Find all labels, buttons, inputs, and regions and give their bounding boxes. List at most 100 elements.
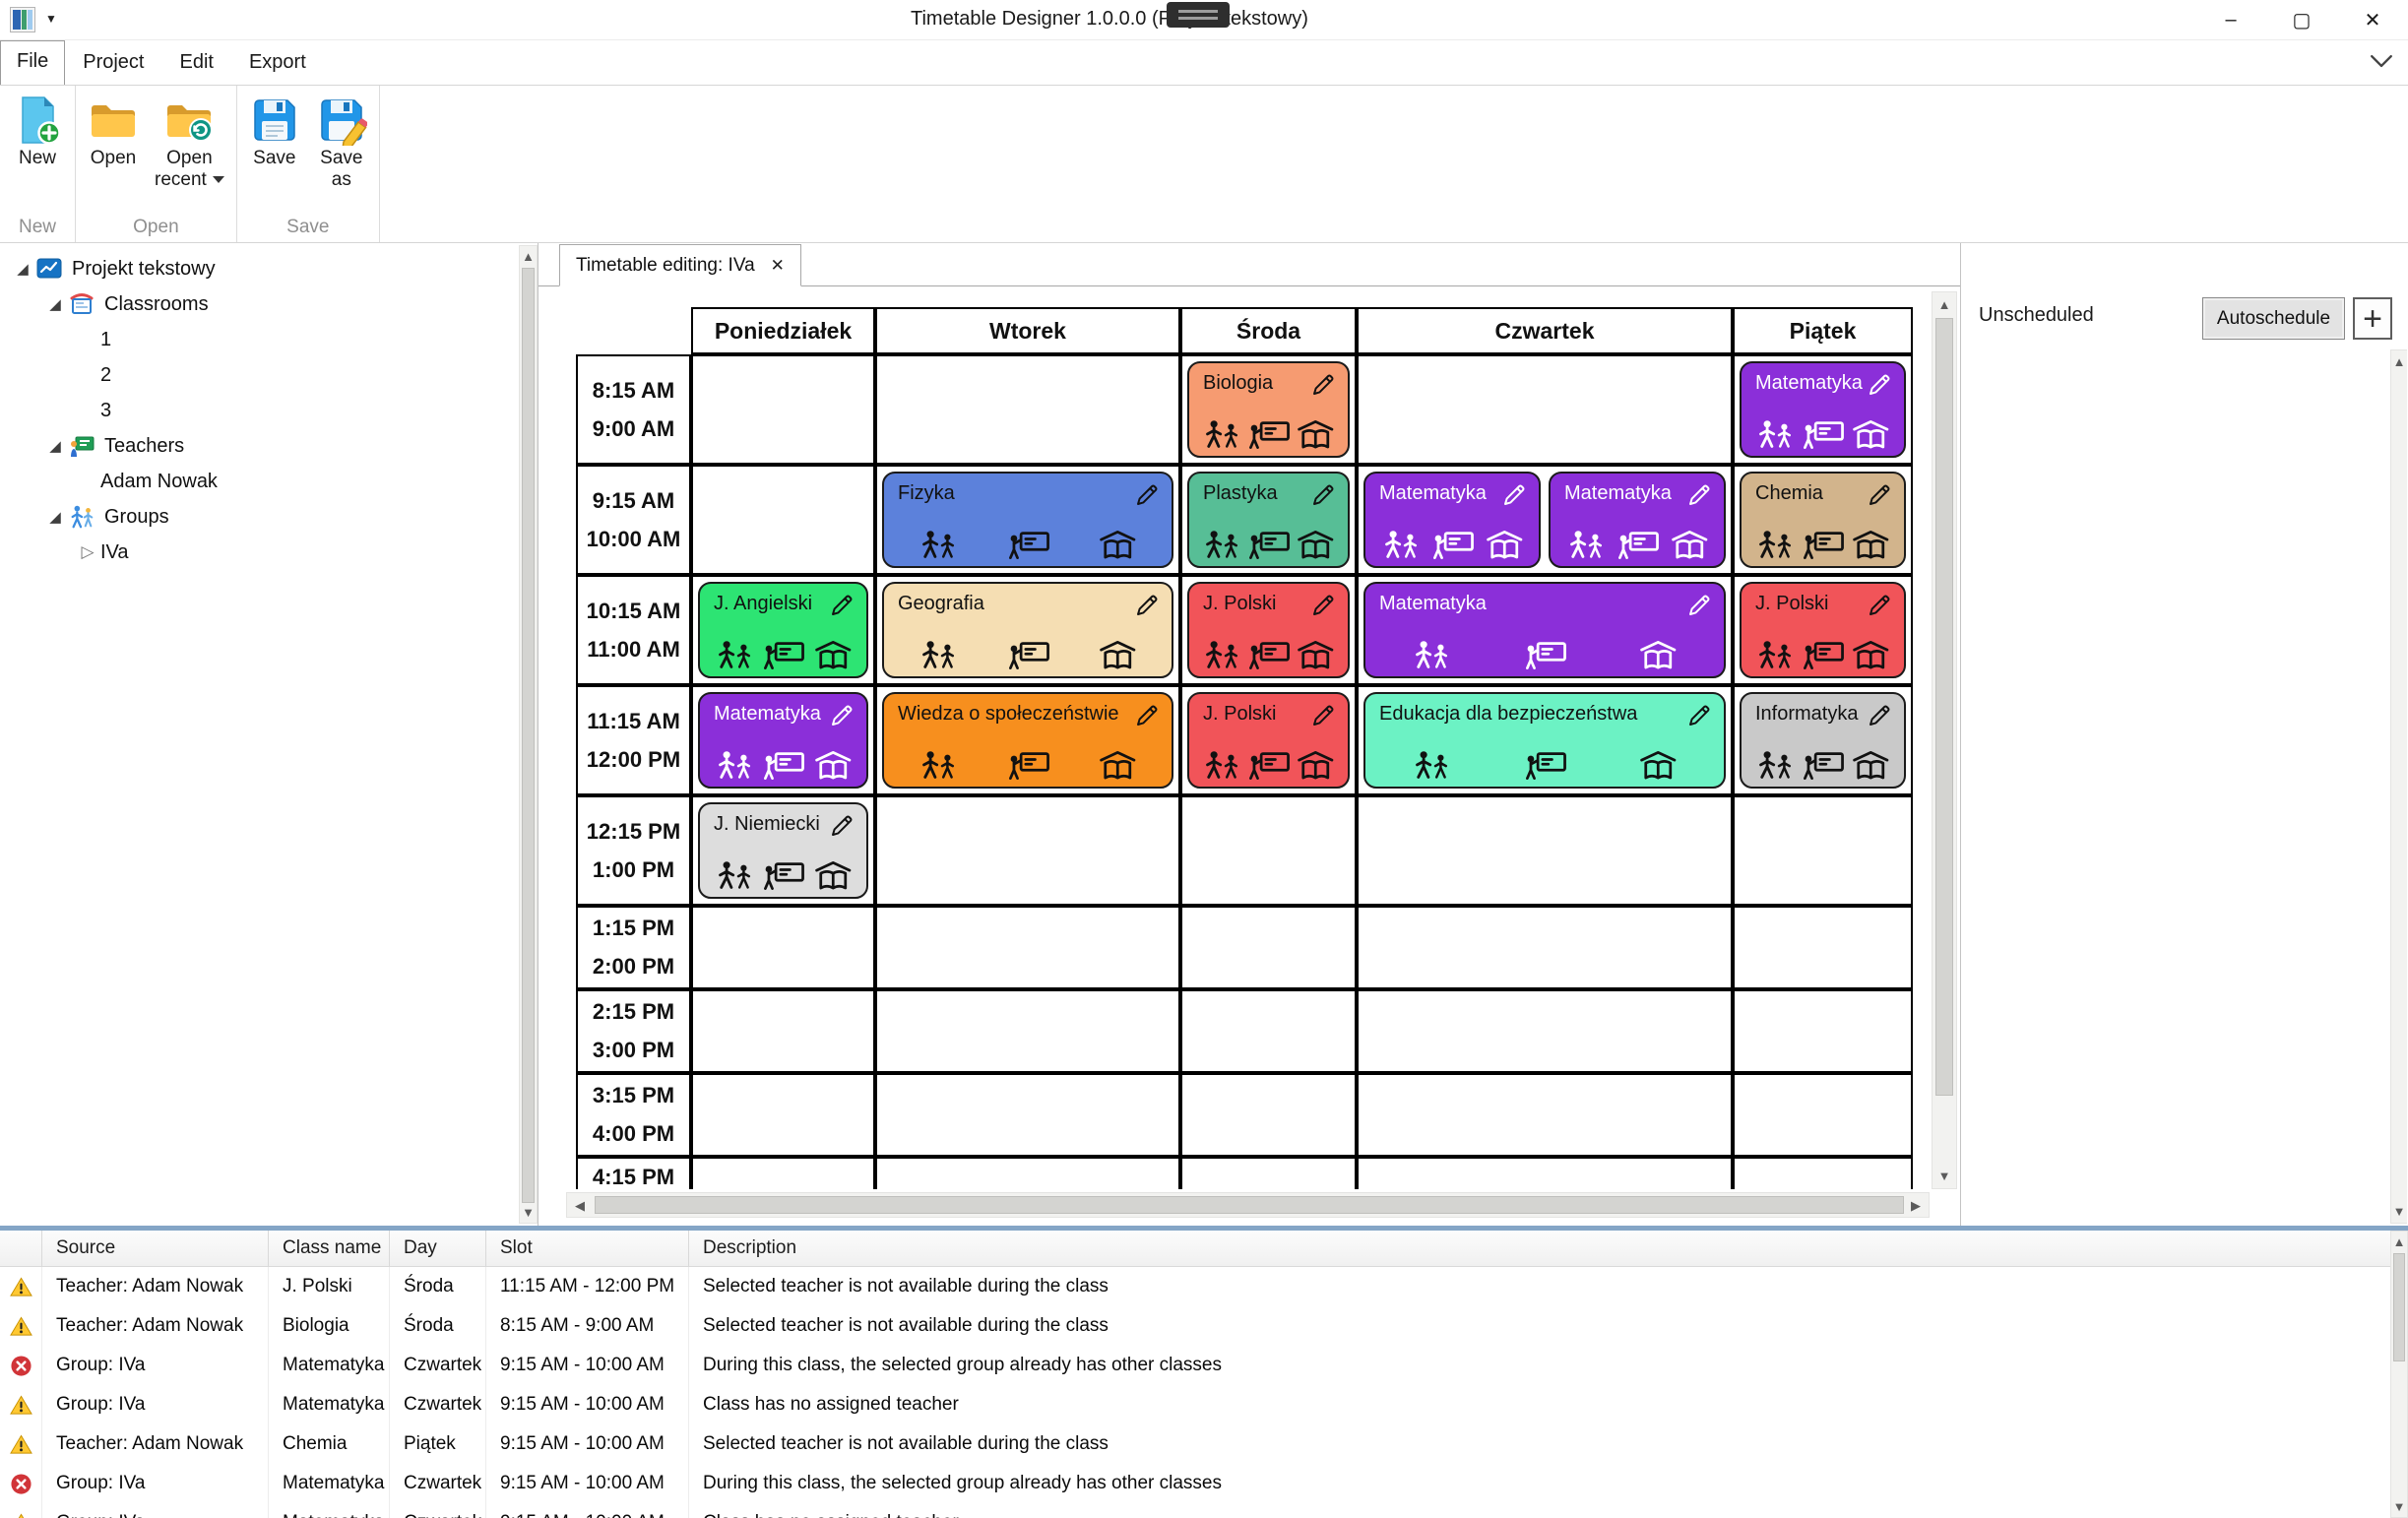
issues-scrollbar[interactable]: ▲ ▼ <box>2390 1231 2408 1518</box>
issue-row[interactable]: Group: IVaMatematykaCzwartek9:15 AM - 10… <box>0 1464 2408 1503</box>
scroll-down-icon[interactable]: ▼ <box>1933 1170 1956 1182</box>
class-block-j-angielski[interactable]: J. Angielski <box>698 582 868 678</box>
issue-row[interactable]: Teacher: Adam NowakChemiaPiątek9:15 AM -… <box>0 1424 2408 1464</box>
pencil-icon[interactable] <box>1867 482 1892 508</box>
class-block-j-polski[interactable]: J. Polski <box>1187 582 1350 678</box>
pencil-icon[interactable] <box>829 813 855 839</box>
tree-scrollbar[interactable]: ▲ ▼ <box>519 245 538 1224</box>
class-block-j-polski[interactable]: J. Polski <box>1187 692 1350 789</box>
tree-item-classrooms[interactable]: ◢Classrooms <box>0 286 538 322</box>
pencil-icon[interactable] <box>1867 372 1892 398</box>
left-panel-divider[interactable] <box>538 243 539 1226</box>
tree-item-adam-nowak[interactable]: Adam Nowak <box>0 464 538 499</box>
pencil-icon[interactable] <box>829 593 855 618</box>
timetable-grid: PoniedziałekWtorekŚrodaCzwartekPiątek8:1… <box>576 307 1916 1189</box>
tree-item-teachers[interactable]: ◢Teachers <box>0 428 538 464</box>
scroll-down-icon[interactable]: ▼ <box>520 1206 537 1219</box>
scroll-up-icon[interactable]: ▲ <box>1933 298 1956 311</box>
autoschedule-button[interactable]: Autoschedule <box>2202 297 2345 340</box>
project-tree: ◢Projekt tekstowy◢Classrooms123◢Teachers… <box>0 243 538 570</box>
pencil-icon[interactable] <box>1686 593 1712 618</box>
issue-row[interactable]: Group: IVaMatematykaCzwartek9:15 AM - 10… <box>0 1346 2408 1385</box>
expander-expanded-icon[interactable]: ◢ <box>42 437 68 455</box>
tree-item-projekt-tekstowy[interactable]: ◢Projekt tekstowy <box>0 251 538 286</box>
ribbon-button-save-as[interactable]: Saveas <box>308 92 375 213</box>
teacher-icon <box>1248 419 1291 450</box>
scroll-right-icon[interactable]: ▶ <box>1911 1193 1921 1217</box>
pencil-icon[interactable] <box>1310 703 1336 728</box>
grid-vertical-scrollbar[interactable]: ▲ ▼ <box>1932 291 1957 1189</box>
class-block-informatyka[interactable]: Informatyka <box>1740 692 1906 789</box>
expander-expanded-icon[interactable]: ◢ <box>10 260 35 278</box>
window-maximize-button[interactable]: ▢ <box>2266 0 2337 39</box>
tree-item-groups[interactable]: ◢Groups <box>0 499 538 535</box>
tree-item-3[interactable]: 3 <box>0 393 538 428</box>
pencil-icon[interactable] <box>1310 372 1336 398</box>
ribbon-button-save[interactable]: Save <box>241 92 308 213</box>
scroll-up-icon[interactable]: ▲ <box>2391 355 2407 368</box>
pencil-icon[interactable] <box>1686 482 1712 508</box>
class-block-chemia[interactable]: Chemia <box>1740 472 1906 568</box>
class-block-j-niemiecki[interactable]: J. Niemiecki <box>698 802 868 899</box>
tree-item-iva[interactable]: ▷IVa <box>0 535 538 570</box>
menu-item-project[interactable]: Project <box>65 43 161 82</box>
tree-scrollbar-thumb[interactable] <box>522 268 535 1203</box>
menu-item-edit[interactable]: Edit <box>161 43 230 82</box>
time-slot-9-15-am: 9:15 AM10:00 AM <box>576 465 691 575</box>
grid-vscroll-thumb[interactable] <box>1935 318 1953 1096</box>
class-block-geografia[interactable]: Geografia <box>882 582 1173 678</box>
scroll-up-icon[interactable]: ▲ <box>2391 1235 2407 1248</box>
class-block-fizyka[interactable]: Fizyka <box>882 472 1173 568</box>
class-block-matematyka[interactable]: Matematyka <box>1363 582 1726 678</box>
class-block-matematyka[interactable]: Matematyka <box>1740 361 1906 458</box>
expander-expanded-icon[interactable]: ◢ <box>42 508 68 526</box>
class-block-plastyka[interactable]: Plastyka <box>1187 472 1350 568</box>
class-block-wiedza-o-społeczeństwie[interactable]: Wiedza o społeczeństwie <box>882 692 1173 789</box>
scroll-down-icon[interactable]: ▼ <box>2391 1500 2407 1513</box>
expander-expanded-icon[interactable]: ◢ <box>42 295 68 313</box>
window-close-button[interactable]: ✕ <box>2337 0 2408 39</box>
pencil-icon[interactable] <box>1134 703 1160 728</box>
grid-horizontal-scrollbar[interactable]: ◀ ▶ <box>566 1192 1930 1218</box>
time-slot-4-15-pm: 4:15 PM <box>576 1157 691 1189</box>
pencil-icon[interactable] <box>1686 703 1712 728</box>
ribbon-button-open-recent[interactable]: Openrecent <box>147 92 232 213</box>
expander-collapsed-icon[interactable]: ▷ <box>75 542 100 562</box>
class-block-matematyka[interactable]: Matematyka <box>1363 472 1541 568</box>
pencil-icon[interactable] <box>1501 482 1527 508</box>
issue-row[interactable]: Group: IVaMatematykaCzwartek9:15 AM - 10… <box>0 1503 2408 1518</box>
class-block-edukacja-dla-bezpieczeństwa[interactable]: Edukacja dla bezpieczeństwa <box>1363 692 1726 789</box>
ribbon-button-new[interactable]: New <box>4 92 71 213</box>
unscheduled-scrollbar[interactable]: ▲ ▼ <box>2390 349 2407 1224</box>
issue-row[interactable]: Teacher: Adam NowakBiologiaŚroda8:15 AM … <box>0 1306 2408 1346</box>
class-block-matematyka[interactable]: Matematyka <box>1549 472 1726 568</box>
tab-timetable-editing[interactable]: Timetable editing: IVa ✕ <box>559 244 801 286</box>
class-block-j-polski[interactable]: J. Polski <box>1740 582 1906 678</box>
issue-row[interactable]: Group: IVaMatematykaCzwartek9:15 AM - 10… <box>0 1385 2408 1424</box>
tree-item-1[interactable]: 1 <box>0 322 538 357</box>
pencil-icon[interactable] <box>1134 482 1160 508</box>
add-class-button[interactable]: + <box>2353 297 2392 340</box>
ribbon-button-open[interactable]: Open <box>80 92 147 213</box>
quick-access-dropdown-icon[interactable]: ▼ <box>45 12 57 26</box>
pencil-icon[interactable] <box>1867 593 1892 618</box>
pencil-icon[interactable] <box>1134 593 1160 618</box>
issue-row[interactable]: Teacher: Adam NowakJ. PolskiŚroda11:15 A… <box>0 1267 2408 1306</box>
issues-scrollbar-thumb[interactable] <box>2393 1253 2405 1361</box>
ribbon-collapse-chevron-icon[interactable] <box>2369 54 2394 69</box>
tab-close-icon[interactable]: ✕ <box>771 256 785 276</box>
class-block-biologia[interactable]: Biologia <box>1187 361 1350 458</box>
pencil-icon[interactable] <box>829 703 855 728</box>
menu-item-file[interactable]: File <box>0 40 65 85</box>
scroll-left-icon[interactable]: ◀ <box>575 1193 585 1217</box>
pencil-icon[interactable] <box>1310 593 1336 618</box>
window-minimize-button[interactable]: – <box>2195 0 2266 39</box>
tree-item-2[interactable]: 2 <box>0 357 538 393</box>
menu-item-export[interactable]: Export <box>231 43 324 82</box>
grid-hscroll-thumb[interactable] <box>595 1196 1904 1214</box>
pencil-icon[interactable] <box>1310 482 1336 508</box>
scroll-down-icon[interactable]: ▼ <box>2391 1205 2407 1218</box>
scroll-up-icon[interactable]: ▲ <box>520 250 537 263</box>
pencil-icon[interactable] <box>1867 703 1892 728</box>
class-block-matematyka[interactable]: Matematyka <box>698 692 868 789</box>
